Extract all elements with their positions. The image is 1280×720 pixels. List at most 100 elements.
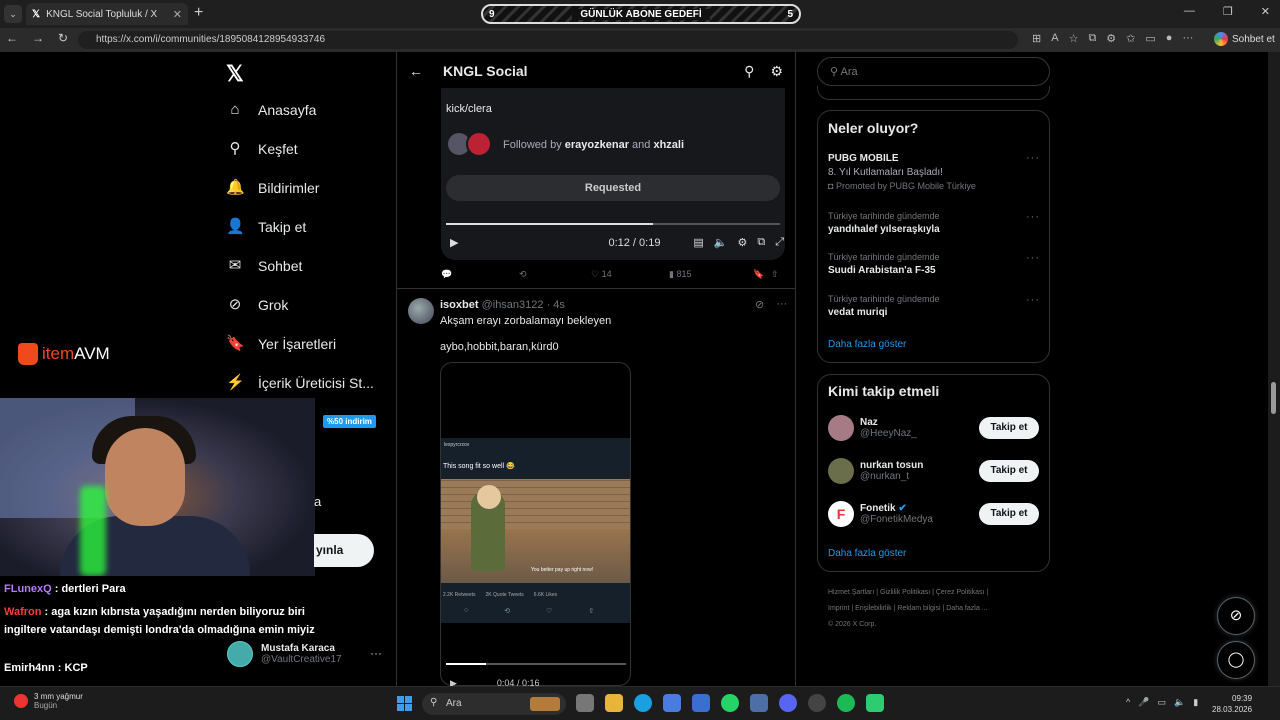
spotify-icon[interactable] xyxy=(837,694,855,712)
video-progress-bar[interactable] xyxy=(446,223,780,225)
profile-icon[interactable]: ● xyxy=(1166,32,1173,45)
tab-list-button[interactable]: ⌄ xyxy=(4,5,22,23)
nav-item[interactable]: 🔖 Yer İşaretleri xyxy=(226,335,336,353)
tweet-more-icon[interactable]: ··· xyxy=(776,298,787,311)
minimize-icon[interactable]: — xyxy=(1184,5,1195,18)
follow-suggestion[interactable]: F Fonetik ✔ @FonetikMedya xyxy=(828,501,933,527)
account-switcher[interactable]: Mustafa Karaca @VaultCreative17 xyxy=(227,641,342,667)
back-icon[interactable]: ← xyxy=(6,31,18,45)
nav-item[interactable]: ⚲ Keşfet xyxy=(226,140,298,158)
trend-item[interactable]: Türkiye tarihinde gündemde yandıhalef yı… xyxy=(828,211,940,235)
views-icon[interactable]: ▮ 815 xyxy=(669,269,753,280)
footer-line[interactable]: Hizmet Şartları | Gizlilik Politikası | … xyxy=(828,585,1048,601)
favorites-icon[interactable]: ✩ xyxy=(1126,32,1135,45)
nav-item[interactable]: ⊘ Grok xyxy=(226,296,289,314)
show-more-link[interactable]: Daha fazla göster xyxy=(828,339,906,350)
followed-user[interactable]: xhzali xyxy=(653,139,684,151)
app-icon[interactable] xyxy=(866,694,884,712)
followed-user[interactable]: erayozkenar xyxy=(565,139,629,151)
edge-icon[interactable] xyxy=(634,694,652,712)
like-icon[interactable]: ♡ 14 xyxy=(591,269,669,280)
collections-icon[interactable]: ⚙ xyxy=(1106,32,1116,45)
trend-item[interactable]: Türkiye tarihinde gündemde Suudi Arabist… xyxy=(828,252,940,276)
copilot-chat-button[interactable]: Sohbet et xyxy=(1214,32,1275,46)
avatar[interactable] xyxy=(408,298,434,324)
trend-more-icon[interactable]: ··· xyxy=(1026,152,1040,164)
weather-widget[interactable]: 3 mm yağmur Bugün xyxy=(14,692,83,710)
split-icon[interactable]: ▭ xyxy=(1145,32,1155,45)
new-tab-button[interactable]: + xyxy=(194,4,203,22)
requested-button[interactable]: Requested xyxy=(446,175,780,201)
battery-icon[interactable]: ▮ xyxy=(1193,697,1198,708)
nav-item[interactable]: ✉ Sohbet xyxy=(226,257,303,275)
store-icon[interactable] xyxy=(663,694,681,712)
trend-more-icon[interactable]: ··· xyxy=(1026,252,1040,264)
follow-button[interactable]: Takip et xyxy=(979,503,1039,525)
share-icon[interactable]: ⇧ xyxy=(771,269,779,280)
taskbar-search[interactable]: ⚲ Ara xyxy=(422,693,566,715)
forward-icon[interactable]: → xyxy=(32,31,44,45)
network-icon[interactable]: ▭ xyxy=(1157,697,1166,708)
nav-item[interactable]: 👤 Takip et xyxy=(226,218,306,236)
search-input[interactable]: ⚲ Ara xyxy=(817,57,1050,86)
task-view-icon[interactable] xyxy=(576,694,594,712)
account-more-icon[interactable]: ··· xyxy=(370,646,382,660)
close-tab-icon[interactable]: ✕ xyxy=(173,8,182,21)
grok-icon[interactable]: ⊘ xyxy=(755,298,764,311)
follow-suggestion[interactable]: Naz @HeeyNaz_ xyxy=(828,415,917,441)
tweet-author-handle[interactable]: @ihsan3122 xyxy=(482,299,544,311)
more-icon[interactable]: ··· xyxy=(1182,32,1193,45)
volume-icon[interactable]: 🔈 xyxy=(714,236,728,249)
scrollbar[interactable] xyxy=(1268,52,1280,686)
play-icon[interactable]: ▶ xyxy=(450,236,458,249)
restore-icon[interactable]: ❐ xyxy=(1223,5,1233,18)
captions-icon[interactable]: ▤ xyxy=(693,236,703,249)
reply-icon[interactable]: 💬 xyxy=(441,269,519,280)
nav-item[interactable]: 🔔 Bildirimler xyxy=(226,179,319,197)
trend-more-icon[interactable]: ··· xyxy=(1026,294,1040,306)
favorite-star-icon[interactable]: ☆ xyxy=(1069,32,1079,45)
scrollbar-thumb[interactable] xyxy=(1271,382,1276,414)
back-arrow-icon[interactable]: ← xyxy=(409,63,423,79)
settings-gear-icon[interactable]: ⚙ xyxy=(770,63,783,80)
nav-more-partial[interactable]: a xyxy=(314,494,321,509)
video-progress-bar[interactable] xyxy=(446,663,626,665)
apps-icon[interactable]: ⊞ xyxy=(1032,32,1041,45)
chevron-up-icon[interactable]: ^ xyxy=(1126,697,1130,708)
read-aloud-icon[interactable]: A xyxy=(1051,32,1058,45)
retweet-icon[interactable]: ⟲ xyxy=(519,269,591,280)
show-more-link[interactable]: Daha fazla göster xyxy=(828,548,906,559)
extensions-icon[interactable]: ⧉ xyxy=(1088,32,1096,45)
reload-icon[interactable]: ↻ xyxy=(58,31,68,45)
search-icon[interactable]: ⚲ xyxy=(744,63,754,80)
microphone-icon[interactable]: 🎤 xyxy=(1138,697,1149,708)
clock[interactable]: 09:39 28.03.2026 xyxy=(1212,693,1252,715)
mail-icon[interactable] xyxy=(692,694,710,712)
pip-icon[interactable]: ⧉ xyxy=(757,236,765,249)
follow-button[interactable]: Takip et xyxy=(979,460,1039,482)
nav-item[interactable]: ⚡ İçerik Üreticisi St... xyxy=(226,374,374,392)
follow-suggestion[interactable]: nurkan tosun @nurkan_t xyxy=(828,458,923,484)
discord-icon[interactable] xyxy=(779,694,797,712)
file-explorer-icon[interactable] xyxy=(605,694,623,712)
footer-line[interactable]: Imprint | Erişilebilirlik | Reklam bilgi… xyxy=(828,601,1048,617)
grok-icon[interactable]: ⊘ xyxy=(1217,597,1255,635)
video-settings-icon[interactable]: ⚙ xyxy=(737,236,747,249)
url-field[interactable]: https://x.com/i/communities/189508412895… xyxy=(78,31,1018,49)
windows-start-icon[interactable] xyxy=(397,696,412,711)
trend-item[interactable]: PUBG MOBILE 8. Yıl Kutlamaları Başladı! … xyxy=(828,153,976,191)
fullscreen-icon[interactable]: ⤢ xyxy=(775,236,784,249)
message-icon[interactable]: ◯ xyxy=(1217,641,1255,679)
app-icon[interactable] xyxy=(750,694,768,712)
app-icon[interactable] xyxy=(808,694,826,712)
nav-item[interactable]: ⌂ Anasayfa xyxy=(226,101,316,119)
volume-icon[interactable]: 🔈 xyxy=(1174,697,1185,708)
tweet-author-name[interactable]: isoxbet xyxy=(440,299,479,311)
post-button[interactable]: yınla xyxy=(314,534,374,567)
follow-button[interactable]: Takip et xyxy=(979,417,1039,439)
close-window-icon[interactable]: ✕ xyxy=(1261,5,1270,18)
trend-item[interactable]: Türkiye tarihinde gündemde vedat muriqi xyxy=(828,294,940,318)
x-logo-icon[interactable]: 𝕏 xyxy=(226,61,244,87)
whatsapp-icon[interactable] xyxy=(721,694,739,712)
browser-tab[interactable]: 𝕏 KNGL Social Topluluk / X ✕ xyxy=(26,3,188,25)
